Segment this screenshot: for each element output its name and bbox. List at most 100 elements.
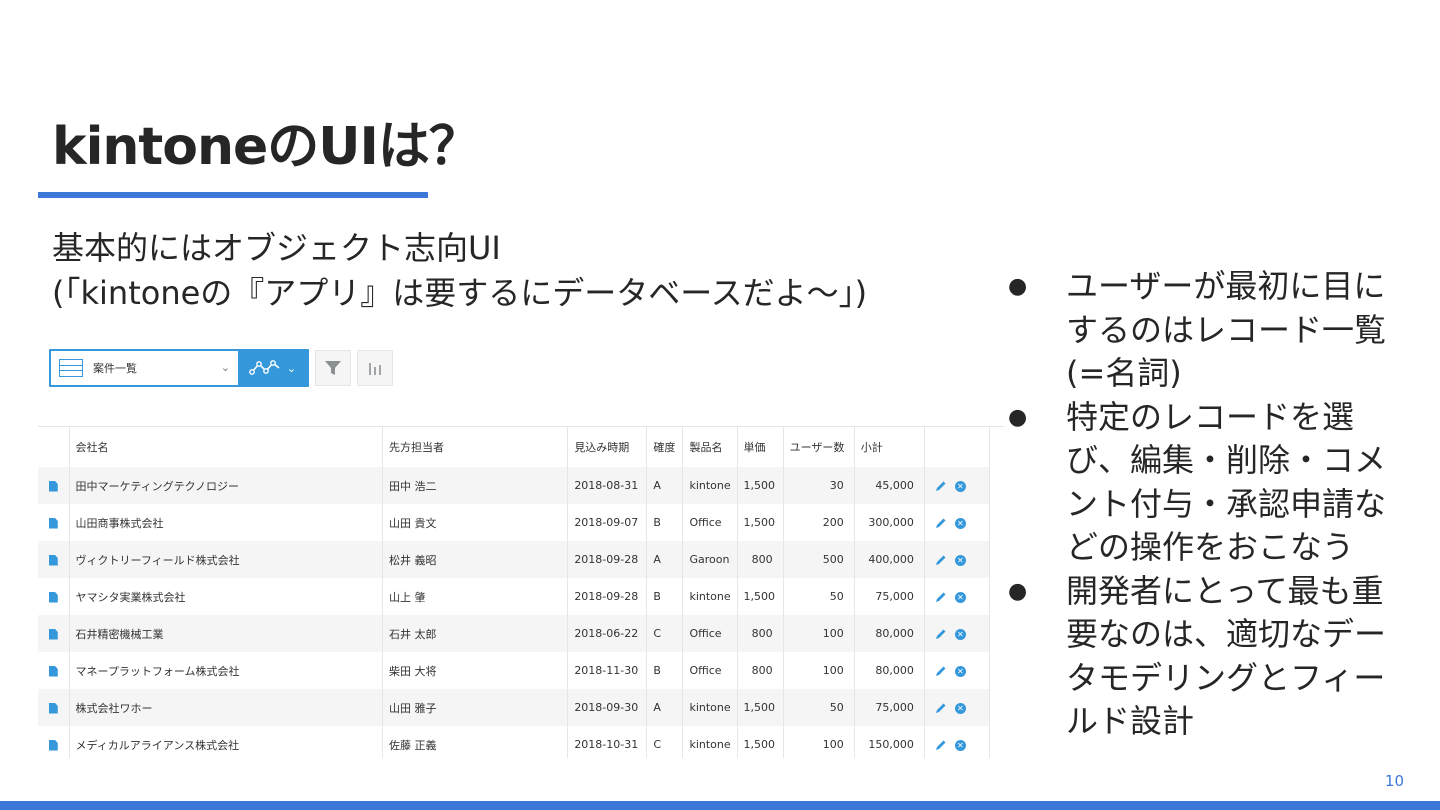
record-detail-cell[interactable]: [38, 467, 70, 504]
delete-icon[interactable]: ✕: [954, 554, 966, 566]
bullet-dot: ●: [1008, 274, 1028, 299]
table-row[interactable]: 株式会社ワホー 山田 雅子 2018-09-30 Akintone 1,500 50 75,…: [38, 689, 991, 726]
page-number: 10: [1384, 772, 1404, 790]
document-icon[interactable]: [48, 480, 58, 492]
view-dropdown[interactable]: 案件一覧 ⌄: [51, 351, 238, 385]
table-row[interactable]: 石井精密機械工業 石井 太郎 2018-06-22 C Office 800 100 80,0…: [38, 615, 991, 652]
table-cell: 山田商事株式会社: [69, 504, 384, 541]
table-cell: 300,000: [854, 504, 925, 541]
header-expected-date[interactable]: 見込み時期: [567, 427, 648, 467]
table-cell: kintone: [682, 578, 738, 615]
table-cell: ヤマシタ実業株式会社: [69, 578, 384, 615]
header-actions: [924, 427, 991, 467]
table-cell: kintone: [682, 726, 738, 758]
pencil-icon[interactable]: [935, 739, 947, 751]
table-cell: 田中 浩二: [382, 467, 569, 504]
delete-icon[interactable]: ✕: [954, 739, 966, 751]
header-unit-price[interactable]: 単価: [737, 427, 784, 467]
table-cell: A: [646, 541, 684, 578]
record-table: 会社名 先方担当者 見込み時期 確度 製品名 単価 ユーザー数 小計 田中マーケ…: [38, 427, 991, 758]
row-actions: ✕: [924, 541, 991, 578]
header-contact[interactable]: 先方担当者: [382, 427, 569, 467]
table-cell: 2018-10-31: [567, 726, 648, 758]
table-cell: 1,500: [737, 504, 784, 541]
table-cell: 2018-11-30: [567, 652, 648, 689]
table-row[interactable]: 山田商事株式会社 山田 貴文 2018-09-07 B Office 1,500 200 30…: [38, 504, 991, 541]
delete-icon[interactable]: ✕: [954, 517, 966, 529]
subtitle: 基本的にはオブジェクト志向UI (「kintoneの『アプリ』は要するにデータベ…: [52, 226, 867, 316]
table-cell: 100: [783, 652, 855, 689]
table-row[interactable]: 田中マーケティングテクノロジー 田中 浩二 2018-08-31 Akintone 1,…: [38, 467, 991, 504]
table-cell: 30: [783, 467, 855, 504]
view-selector[interactable]: 案件一覧 ⌄ ⌄: [49, 349, 309, 387]
table-cell: 100: [783, 726, 855, 758]
document-icon[interactable]: [48, 591, 58, 603]
table-cell: 株式会社ワホー: [69, 689, 384, 726]
table-cell: 2018-06-22: [567, 615, 648, 652]
document-icon[interactable]: [48, 628, 58, 640]
bottom-accent-bar: [0, 801, 1440, 810]
record-detail-cell[interactable]: [38, 504, 70, 541]
pencil-icon[interactable]: [935, 665, 947, 677]
record-detail-cell[interactable]: [38, 578, 70, 615]
view-name: 案件一覧: [93, 362, 137, 375]
row-actions: ✕: [924, 578, 991, 615]
delete-icon[interactable]: ✕: [954, 480, 966, 492]
graph-icon: [248, 360, 280, 375]
pencil-icon[interactable]: [935, 554, 947, 566]
header-users[interactable]: ユーザー数: [783, 427, 855, 467]
table-row[interactable]: ヴィクトリーフィールド株式会社 松井 義昭 2018-09-28 A Garoon 800…: [38, 541, 991, 578]
graph-button[interactable]: [357, 350, 393, 386]
pencil-icon[interactable]: [935, 517, 947, 529]
document-icon[interactable]: [48, 702, 58, 714]
filter-button[interactable]: [315, 350, 351, 386]
table-row[interactable]: ヤマシタ実業株式会社 山上 肇 2018-09-28 Bkintone 1,500 50 7…: [38, 578, 991, 615]
bar-chart-icon: [369, 363, 381, 375]
record-detail-cell[interactable]: [38, 652, 70, 689]
delete-icon[interactable]: ✕: [954, 665, 966, 677]
delete-icon[interactable]: ✕: [954, 591, 966, 603]
subtitle-line-1: 基本的にはオブジェクト志向UI: [52, 229, 501, 267]
table-cell: A: [646, 467, 684, 504]
record-detail-cell[interactable]: [38, 615, 70, 652]
document-icon[interactable]: [48, 517, 58, 529]
table-header: 会社名 先方担当者 見込み時期 確度 製品名 単価 ユーザー数 小計: [38, 427, 991, 467]
row-actions: ✕: [924, 504, 991, 541]
table-cell: C: [646, 726, 684, 758]
pencil-icon[interactable]: [935, 480, 947, 492]
table-cell: 800: [737, 615, 784, 652]
header-company[interactable]: 会社名: [69, 427, 384, 467]
document-icon[interactable]: [48, 739, 58, 751]
pencil-icon[interactable]: [935, 628, 947, 640]
bullet-text: 特定のレコードを選び、編集・削除・コメント付与・承認申請などの操作をおこなう: [1066, 397, 1387, 567]
record-detail-cell[interactable]: [38, 689, 70, 726]
table-cell: kintone: [682, 467, 738, 504]
table-cell: 400,000: [854, 541, 925, 578]
table-cell: 100: [783, 615, 855, 652]
record-list: 会社名 先方担当者 見込み時期 確度 製品名 単価 ユーザー数 小計 田中マーケ…: [38, 426, 1004, 758]
delete-icon[interactable]: ✕: [954, 702, 966, 714]
header-subtotal[interactable]: 小計: [854, 427, 925, 467]
table-row[interactable]: マネープラットフォーム株式会社 柴田 大将 2018-11-30 B Office 800…: [38, 652, 991, 689]
table-cell: Office: [682, 652, 738, 689]
header-product[interactable]: 製品名: [682, 427, 738, 467]
table-row[interactable]: メディカルアライアンス株式会社 佐藤 正義 2018-10-31 Ckintone 1,…: [38, 726, 991, 758]
table-cell: 田中マーケティングテクノロジー: [69, 467, 384, 504]
table-cell: B: [646, 652, 684, 689]
graph-menu-button[interactable]: ⌄: [238, 351, 307, 385]
table-cell: 松井 義昭: [382, 541, 569, 578]
record-detail-cell[interactable]: [38, 541, 70, 578]
table-cell: ヴィクトリーフィールド株式会社: [69, 541, 384, 578]
subtitle-line-2: (「kintoneの『アプリ』は要するにデータベースだよ～」): [52, 274, 868, 312]
list-view-icon: [59, 359, 83, 377]
header-probability[interactable]: 確度: [646, 427, 684, 467]
document-icon[interactable]: [48, 554, 58, 566]
slide-title: kintoneのUIは？: [52, 117, 481, 177]
pencil-icon[interactable]: [935, 702, 947, 714]
pencil-icon[interactable]: [935, 591, 947, 603]
delete-icon[interactable]: ✕: [954, 628, 966, 640]
document-icon[interactable]: [48, 665, 58, 677]
record-detail-cell[interactable]: [38, 726, 70, 758]
table-cell: 1,500: [737, 467, 784, 504]
row-actions: ✕: [924, 467, 991, 504]
